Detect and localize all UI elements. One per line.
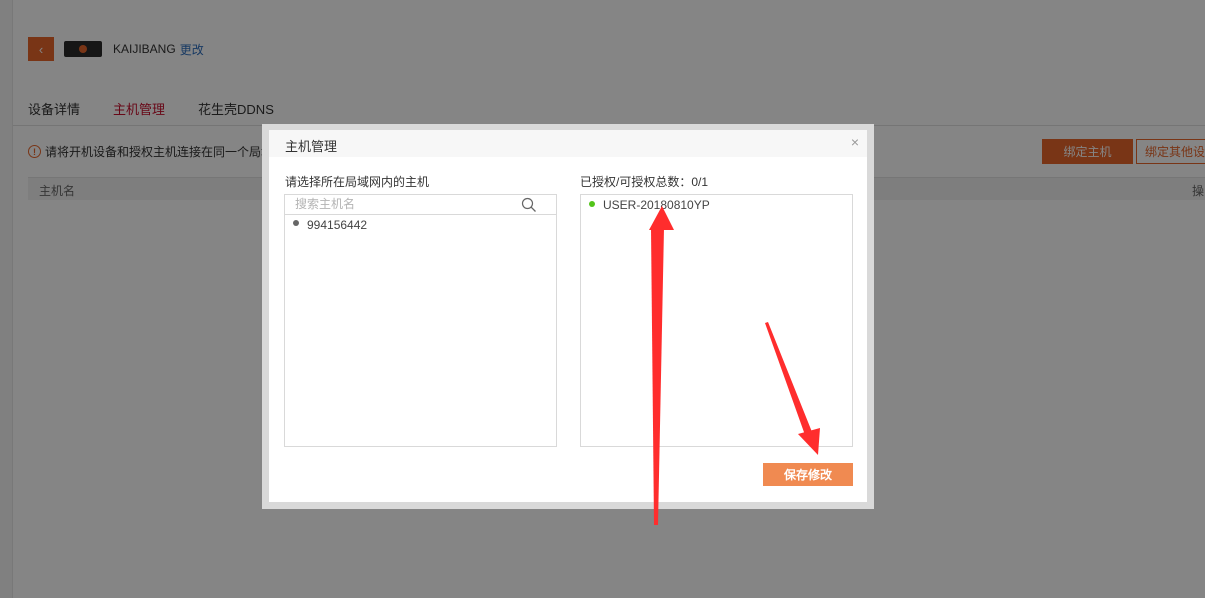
list-item[interactable]: 994156442	[285, 216, 556, 234]
online-status-dot	[589, 201, 595, 207]
dialog-title: 主机管理	[285, 139, 338, 154]
host-search	[285, 195, 556, 215]
lan-host-label: 请选择所在局域网内的主机	[285, 175, 430, 189]
authorized-count-label: 已授权/可授权总数：0/1	[580, 175, 709, 189]
lan-host-list: 994156442	[284, 194, 557, 447]
host-name: 994156442	[307, 218, 368, 232]
authorized-host-name: USER-20180810YP	[603, 198, 710, 212]
dialog-header: 主机管理 ×	[269, 130, 867, 157]
save-changes-button[interactable]: 保存修改	[763, 463, 853, 486]
close-icon[interactable]: ×	[851, 134, 859, 150]
status-dot	[293, 220, 299, 226]
host-search-input[interactable]	[295, 195, 525, 213]
search-icon[interactable]	[521, 197, 537, 213]
list-item[interactable]: USER-20180810YP	[581, 196, 852, 214]
authorized-host-list: USER-20180810YP	[580, 194, 853, 447]
host-management-dialog: 主机管理 × 请选择所在局域网内的主机 已授权/可授权总数：0/1 994156…	[269, 130, 867, 502]
